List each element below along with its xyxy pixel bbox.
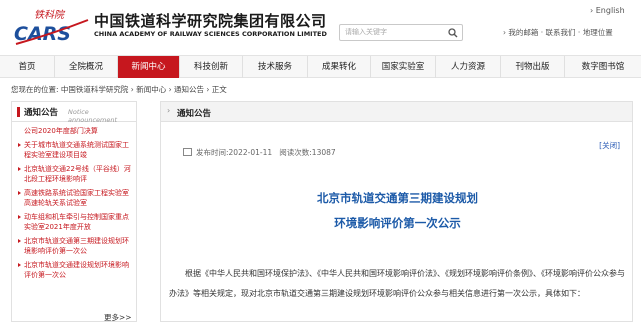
article-header: › 通知公告 bbox=[161, 102, 632, 122]
list-item-text[interactable]: 北京市轨道交通建设规划环境影响评价第一次公 bbox=[24, 261, 129, 279]
nav-publications[interactable]: 刊物出版 bbox=[501, 56, 565, 78]
list-item[interactable]: 关于城市轨道交通系统测试国家工程实验室建设项目竣 bbox=[15, 140, 135, 160]
breadcrumb-notices[interactable]: 通知公告 bbox=[174, 85, 204, 94]
nav-labs[interactable]: 国家实验室 bbox=[371, 56, 436, 78]
list-item[interactable]: 高速铁路系统试验国家工程实验室高速轮轨关系试验室 bbox=[15, 188, 135, 208]
more-link[interactable]: 更多>> bbox=[104, 312, 132, 323]
article-title-line2: 环境影响评价第一次公示 bbox=[334, 216, 461, 230]
cars-logo[interactable]: 铁科院 CARS bbox=[12, 6, 90, 48]
list-item-text[interactable]: 高速铁路系统试验国家工程实验室高速轮轨关系试验室 bbox=[24, 189, 129, 207]
list-item-text[interactable]: 动车组和机车牵引与控制国家重点实验室2021年度开放 bbox=[24, 213, 129, 231]
main-nav: 首页 全院概况 新闻中心 科技创新 技术服务 成果转化 国家实验室 人力资源 刊… bbox=[0, 55, 641, 78]
bullet-icon bbox=[18, 239, 21, 243]
breadcrumb-news[interactable]: 新闻中心 bbox=[136, 85, 166, 94]
list-item[interactable]: 北京市轨道交通第三期建设规划环境影响评价第一次公 bbox=[15, 236, 135, 256]
list-item-text[interactable]: 北京轨道交通22号线（平谷线）河北段工程环境影响评 bbox=[24, 165, 131, 183]
article-meta: 发布时间:2022-01-11 阅读次数:13087 bbox=[183, 147, 336, 158]
org-name-cn: 中国铁道科学研究院集团有限公司 bbox=[94, 12, 327, 30]
sidebar-accent bbox=[17, 107, 20, 117]
search-input[interactable]: 请输入关键字 bbox=[339, 24, 463, 41]
calendar-icon bbox=[183, 148, 192, 156]
sidebar-header: 通知公告 Notice announcement bbox=[12, 102, 136, 124]
search-icon[interactable] bbox=[448, 28, 458, 38]
site-header: 铁科院 CARS 中国铁道科学研究院集团有限公司 CHINA ACADEMY O… bbox=[0, 0, 641, 55]
logo-script: 铁科院 bbox=[34, 9, 66, 21]
org-name-en: CHINA ACADEMY OF RAILWAY SCIENCES CORPOR… bbox=[94, 30, 327, 38]
publish-time: 发布时间:2022-01-11 bbox=[196, 148, 273, 157]
nav-innovation[interactable]: 科技创新 bbox=[180, 56, 243, 78]
bullet-icon bbox=[18, 191, 21, 195]
close-button[interactable]: [关闭] bbox=[599, 140, 620, 151]
nav-home[interactable]: 首页 bbox=[0, 56, 55, 78]
article-section: 通知公告 bbox=[177, 109, 212, 119]
top-links: › 我的邮箱 · 联系我们 · 地理位置 bbox=[503, 28, 613, 37]
bullet-icon bbox=[18, 167, 21, 171]
list-item[interactable]: 北京市轨道交通建设规划环境影响评价第一次公 bbox=[15, 260, 135, 280]
nav-library[interactable]: 数字图书馆 bbox=[565, 56, 641, 78]
bullet-icon bbox=[18, 143, 21, 147]
english-label[interactable]: English bbox=[596, 6, 625, 15]
mail-link[interactable]: 我的邮箱 bbox=[508, 28, 538, 37]
location-link[interactable]: 地理位置 bbox=[583, 28, 613, 37]
article-panel: › 通知公告 发布时间:2022-01-11 阅读次数:13087 [关闭] 北… bbox=[160, 101, 633, 322]
list-item-text[interactable]: 北京市轨道交通第三期建设规划环境影响评价第一次公 bbox=[24, 237, 129, 255]
sidebar-list: 公司2020年度部门决算 关于城市轨道交通系统测试国家工程实验室建设项目竣 北京… bbox=[15, 126, 135, 284]
breadcrumb: 您现在的位置: 中国铁道科学研究院 › 新闻中心 › 通知公告 › 正文 bbox=[11, 85, 227, 94]
nav-services[interactable]: 技术服务 bbox=[243, 56, 308, 78]
sidebar-title: 通知公告 bbox=[24, 108, 59, 118]
breadcrumb-current: 正文 bbox=[211, 85, 227, 94]
bullet-icon bbox=[18, 215, 21, 219]
nav-transfer[interactable]: 成果转化 bbox=[308, 56, 371, 78]
contact-link[interactable]: 联系我们 bbox=[546, 28, 576, 37]
list-item-text[interactable]: 关于城市轨道交通系统测试国家工程实验室建设项目竣 bbox=[24, 141, 129, 159]
article-body: 根据《中华人民共和国环境保护法》、《中华人民共和国环境影响评价法》、《规划环境影… bbox=[169, 269, 625, 298]
nav-news[interactable]: 新闻中心 bbox=[118, 56, 180, 78]
breadcrumb-prefix: 您现在的位置: bbox=[11, 85, 59, 94]
view-count: 阅读次数:13087 bbox=[279, 148, 336, 157]
english-link[interactable]: › English bbox=[590, 6, 625, 15]
list-item[interactable]: 动车组和机车牵引与控制国家重点实验室2021年度开放 bbox=[15, 212, 135, 232]
chevron-right-icon: › bbox=[167, 106, 171, 115]
nav-overview[interactable]: 全院概况 bbox=[55, 56, 118, 78]
article-title-line1: 北京市轨道交通第三期建设规划 bbox=[317, 191, 478, 205]
list-item[interactable]: 北京轨道交通22号线（平谷线）河北段工程环境影响评 bbox=[15, 164, 135, 184]
bullet-icon bbox=[18, 263, 21, 267]
nav-hr[interactable]: 人力资源 bbox=[436, 56, 501, 78]
sidebar-subtitle: Notice announcement bbox=[68, 108, 118, 124]
breadcrumb-home[interactable]: 中国铁道科学研究院 bbox=[61, 85, 129, 94]
notice-sidebar: 通知公告 Notice announcement 公司2020年度部门决算 关于… bbox=[11, 101, 137, 322]
search-placeholder: 请输入关键字 bbox=[345, 28, 387, 36]
list-item-text[interactable]: 公司2020年度部门决算 bbox=[24, 127, 98, 135]
list-item[interactable]: 公司2020年度部门决算 bbox=[15, 126, 135, 136]
